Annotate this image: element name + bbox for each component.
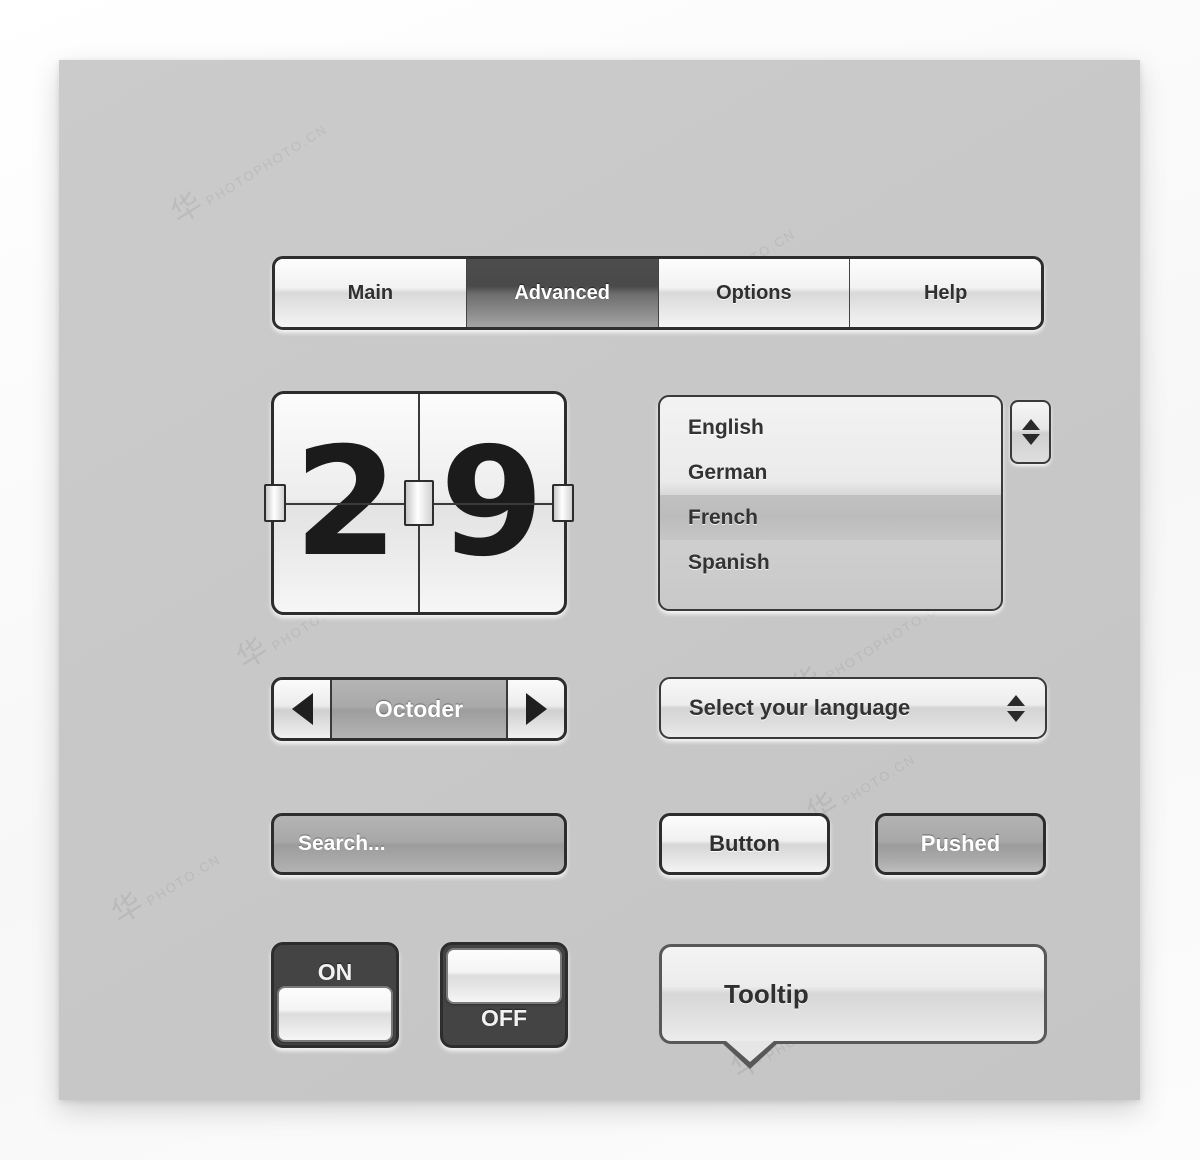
chevron-up-icon[interactable] <box>1021 419 1040 430</box>
toggle-handle[interactable] <box>277 986 393 1042</box>
button-pushed[interactable]: Pushed <box>875 813 1046 875</box>
list-item[interactable]: German <box>660 450 1001 495</box>
list-item-label: Spanish <box>688 550 770 574</box>
flip-digit-value: 9 <box>439 416 545 590</box>
language-list-box[interactable]: English German French Spanish <box>658 395 1003 611</box>
tooltip-text: Tooltip <box>724 978 809 1009</box>
flip-digit-value: 2 <box>293 416 399 590</box>
tab-bar: Main Advanced Options Help <box>272 256 1044 330</box>
button-label: Button <box>709 831 780 856</box>
chevron-down-icon[interactable] <box>1007 710 1025 722</box>
list-item-label: English <box>688 415 764 439</box>
tab-advanced[interactable]: Advanced <box>466 259 659 327</box>
tab-options[interactable]: Options <box>658 259 851 327</box>
button-label: Pushed <box>920 831 1001 856</box>
chevron-down-icon[interactable] <box>1021 434 1040 445</box>
toggle-switch-off[interactable]: OFF <box>440 942 568 1048</box>
arrow-left-icon <box>291 693 313 725</box>
flip-digit-ones: 9 <box>420 394 564 612</box>
list-item[interactable]: English <box>660 405 1001 450</box>
tab-label: Help <box>923 281 968 304</box>
flip-peg-right <box>552 484 574 522</box>
list-item-label: German <box>688 460 768 484</box>
select-spinner[interactable] <box>1007 694 1025 722</box>
tooltip-bubble: Tooltip <box>659 944 1047 1044</box>
flip-peg-center <box>404 480 434 526</box>
flip-digit-tens: 2 <box>274 394 420 612</box>
tooltip-tail-fill <box>726 1041 774 1062</box>
stepper-value-text: Octoder <box>374 695 464 722</box>
chevron-up-icon[interactable] <box>1007 694 1025 706</box>
list-item-selected[interactable]: French <box>660 495 1001 540</box>
list-spinner[interactable] <box>1010 400 1051 464</box>
select-value: Select your language <box>689 695 911 720</box>
tab-label: Main <box>347 281 394 304</box>
watermark: 华 PHOTO.CN <box>106 851 224 931</box>
list-item[interactable]: Spanish <box>660 540 1001 585</box>
flip-peg-left <box>264 484 286 522</box>
tab-label: Advanced <box>514 281 610 304</box>
tab-help[interactable]: Help <box>850 259 1041 327</box>
search-field <box>271 813 567 875</box>
tab-main[interactable]: Main <box>275 259 467 327</box>
stepper-next-button[interactable] <box>506 680 564 738</box>
month-stepper: Octoder <box>271 677 567 741</box>
flip-counter[interactable]: 2 9 <box>264 391 574 615</box>
language-select[interactable]: Select your language <box>659 677 1047 739</box>
toggle-switch-on[interactable]: ON <box>271 942 399 1048</box>
ui-kit-panel: 华 PHOTOPHOTO.CN 华 PHOTO.CN 华 PHOTO.CN 华 … <box>59 60 1140 1100</box>
arrow-right-icon <box>525 693 547 725</box>
button-normal[interactable]: Button <box>659 813 830 875</box>
stepper-prev-button[interactable] <box>274 680 332 738</box>
stepper-value: Octoder <box>332 680 506 738</box>
tab-label: Options <box>716 281 792 304</box>
watermark: 华 PHOTOPHOTO.CN <box>165 121 331 231</box>
toggle-handle[interactable] <box>446 948 562 1004</box>
list-item-label: French <box>688 505 759 529</box>
search-input[interactable] <box>274 816 564 872</box>
screenshot-stage: 华 PHOTOPHOTO.CN 华 PHOTO.CN 华 PHOTO.CN 华 … <box>0 0 1200 1160</box>
